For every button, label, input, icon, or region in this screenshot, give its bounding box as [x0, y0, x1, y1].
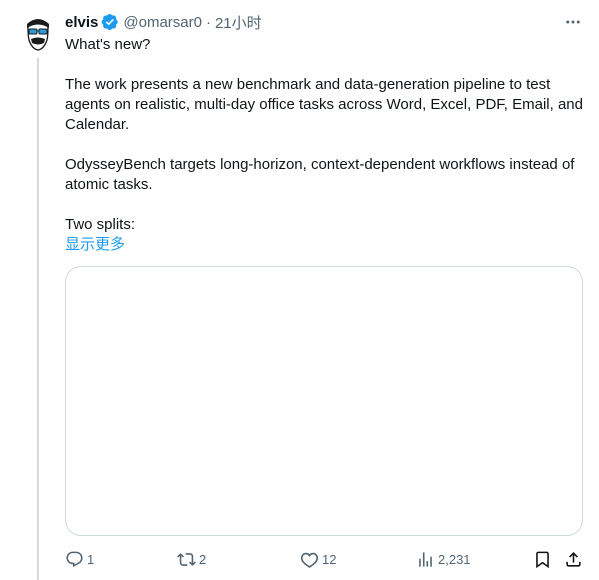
views-button[interactable]: 2,231	[416, 548, 471, 570]
bookmark-icon	[536, 551, 549, 568]
tweet-text-line: Two splits:	[65, 216, 136, 233]
retweet-button[interactable]: 2	[177, 548, 206, 570]
tweet-text-line: The work presents a new benchmark and da…	[65, 76, 583, 133]
reply-count: 1	[87, 551, 95, 567]
more-options-button[interactable]	[562, 12, 584, 32]
heart-icon	[300, 552, 319, 568]
share-button[interactable]	[564, 548, 583, 570]
tweet-text-line: What's new?	[65, 36, 151, 53]
thread-line	[37, 58, 39, 580]
avatar-sketch-icon	[18, 12, 58, 52]
tweet-text: What's new? The work presents a new benc…	[65, 35, 590, 255]
share-icon	[566, 551, 581, 567]
verified-badge-icon	[101, 13, 119, 31]
show-more-link[interactable]: 显示更多	[65, 235, 590, 255]
separator-dot: ·	[205, 13, 211, 31]
tweet-header: elvis @omarsar0 · 21小时	[65, 12, 262, 32]
avatar[interactable]	[18, 12, 58, 52]
views-count: 2,231	[438, 551, 471, 567]
views-chart-icon	[419, 551, 432, 567]
retweet-count: 2	[199, 551, 207, 567]
author-handle[interactable]: @omarsar0	[123, 14, 202, 31]
reply-button[interactable]: 1	[65, 548, 94, 570]
media-card[interactable]	[65, 266, 583, 536]
like-button[interactable]: 12	[300, 548, 336, 570]
like-count: 12	[322, 551, 337, 567]
bookmark-button[interactable]	[533, 548, 552, 570]
tweet-text-line: OdysseyBench targets long-horizon, conte…	[65, 156, 575, 193]
more-horizontal-icon	[566, 20, 580, 24]
action-bar: 1 2 12 2,231	[65, 548, 585, 570]
retweet-icon	[177, 552, 196, 566]
timestamp[interactable]: 21小时	[215, 12, 262, 33]
reply-icon	[66, 551, 83, 567]
author-name[interactable]: elvis	[65, 14, 98, 31]
